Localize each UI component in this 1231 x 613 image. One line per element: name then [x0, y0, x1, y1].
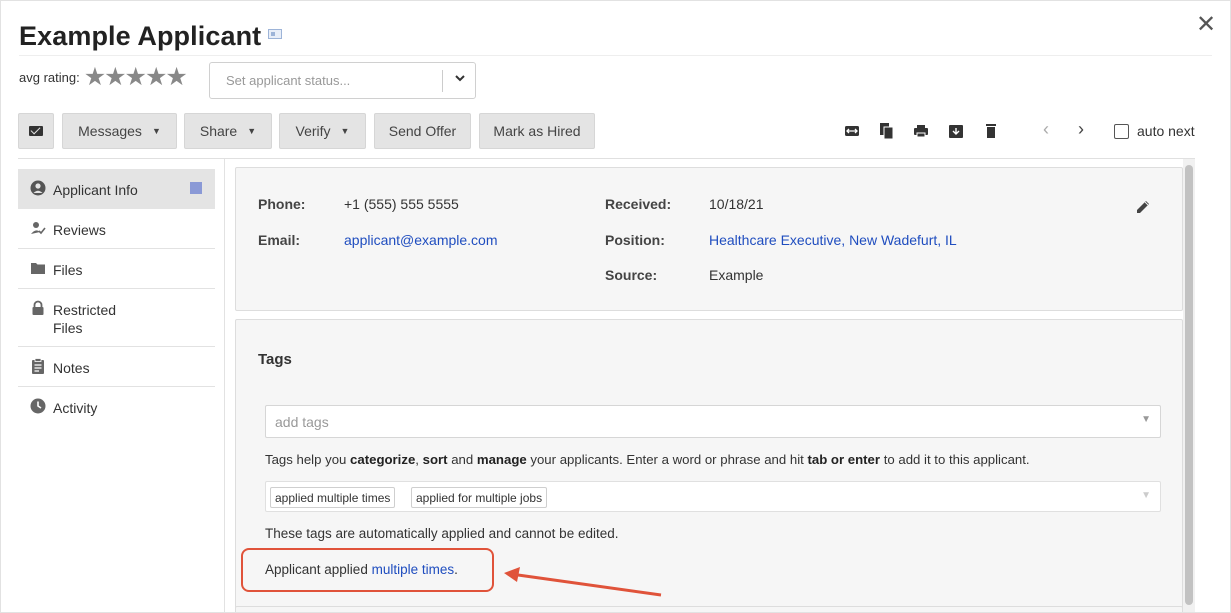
sidebar-item-reviews[interactable]: Reviews [18, 209, 215, 249]
verify-button[interactable]: Verify ▼ [279, 113, 366, 149]
active-indicator [190, 182, 202, 194]
trash-icon[interactable] [983, 122, 999, 140]
email-label: Email: [258, 232, 301, 248]
add-tags-input[interactable]: add tags ▼ [265, 405, 1161, 438]
share-label: Share [199, 123, 238, 139]
sidebar-item-label: Activity [53, 400, 98, 416]
clock-icon [30, 398, 46, 414]
toolbar-divider [18, 158, 1195, 159]
copy-icon[interactable] [879, 122, 895, 140]
caret-down-icon: ▼ [340, 126, 350, 136]
verify-label: Verify [295, 123, 331, 139]
previous-arrow-icon[interactable]: ‹ [1043, 119, 1049, 140]
user-circle-icon [30, 180, 46, 196]
applicant-modal: Example Applicant ✕ avg rating: ★★★★★ Se… [0, 0, 1231, 613]
close-icon[interactable]: ✕ [1196, 13, 1216, 37]
print-icon[interactable] [913, 122, 929, 140]
auto-next-toggle[interactable]: auto next [1114, 123, 1195, 139]
scrollbar-thumb[interactable] [1185, 165, 1193, 605]
user-check-icon [30, 220, 46, 236]
auto-tags-box: applied multiple times applied for multi… [265, 481, 1161, 512]
sidebar-item-label: Files [53, 262, 83, 278]
star-rating-icon[interactable]: ★★★★★ [84, 65, 188, 90]
dropdown-arrow-icon: ▼ [1141, 490, 1151, 501]
select-divider [442, 70, 443, 92]
clipboard-icon [30, 358, 46, 374]
edit-pencil-icon[interactable] [1134, 198, 1152, 216]
tag-chip: applied multiple times [270, 487, 396, 508]
title-divider [19, 55, 1212, 56]
annotation-arrow-icon [504, 567, 662, 597]
sidebar-item-activity[interactable]: Activity [18, 387, 215, 427]
next-arrow-icon[interactable]: › [1078, 119, 1084, 140]
sidebar-item-label: Notes [53, 360, 90, 376]
chevron-down-icon[interactable] [454, 72, 466, 87]
auto-next-label: auto next [1137, 123, 1195, 139]
caret-down-icon: ▼ [247, 126, 257, 136]
received-label: Received: [605, 196, 672, 212]
status-placeholder: Set applicant status... [226, 73, 351, 88]
email-button[interactable] [18, 113, 54, 149]
sidebar-divider [224, 159, 225, 612]
sidebar-item-label: Reviews [53, 222, 106, 238]
sidebar-item-label: Applicant Info [53, 182, 138, 198]
tags-heading: Tags [258, 351, 292, 368]
auto-next-checkbox[interactable] [1114, 123, 1129, 139]
archive-icon[interactable] [948, 122, 964, 140]
id-card-icon[interactable] [268, 29, 282, 39]
add-tags-placeholder: add tags [275, 414, 329, 430]
source-value: Example [709, 267, 764, 283]
messages-label: Messages [78, 123, 142, 139]
tags-help-text: Tags help you categorize, sort and manag… [265, 452, 1030, 467]
lock-icon [30, 300, 46, 316]
position-link[interactable]: Healthcare Executive, New Wadefurt, IL [709, 232, 957, 248]
caret-down-icon: ▼ [151, 126, 161, 136]
next-panel [235, 606, 1183, 612]
transfer-icon[interactable] [844, 122, 860, 140]
sidebar-item-notes[interactable]: Notes [18, 347, 215, 387]
received-value: 10/18/21 [709, 196, 764, 212]
envelope-icon [29, 126, 43, 136]
auto-tags-note: These tags are automatically applied and… [265, 526, 619, 541]
mark-hired-button[interactable]: Mark as Hired [479, 113, 595, 149]
sidebar-item-files[interactable]: Files [18, 249, 215, 289]
annotation-highlight-box [241, 548, 494, 592]
email-link[interactable]: applicant@example.com [344, 232, 498, 248]
position-label: Position: [605, 232, 665, 248]
sidebar-item-label: Restricted Files [53, 302, 117, 336]
rating-row: avg rating: ★★★★★ [19, 65, 188, 90]
status-select[interactable]: Set applicant status... [209, 62, 476, 99]
source-label: Source: [605, 267, 658, 283]
sidebar-item-applicant-info[interactable]: Applicant Info [18, 169, 215, 209]
phone-label: Phone: [258, 196, 306, 212]
sidebar-item-restricted-files[interactable]: Restricted Files [18, 289, 215, 347]
rating-label: avg rating: [19, 70, 80, 85]
page-title: Example Applicant [19, 21, 262, 51]
tag-chip: applied for multiple jobs [411, 487, 548, 508]
share-button[interactable]: Share ▼ [184, 113, 272, 149]
messages-button[interactable]: Messages ▼ [62, 113, 177, 149]
sidebar: Applicant Info Reviews Files Restricted … [18, 169, 215, 427]
dropdown-arrow-icon[interactable]: ▼ [1141, 414, 1151, 425]
send-offer-button[interactable]: Send Offer [374, 113, 471, 149]
phone-value: +1 (555) 555 5555 [344, 196, 459, 212]
folder-icon [30, 260, 46, 276]
scrollbar[interactable] [1183, 159, 1195, 612]
